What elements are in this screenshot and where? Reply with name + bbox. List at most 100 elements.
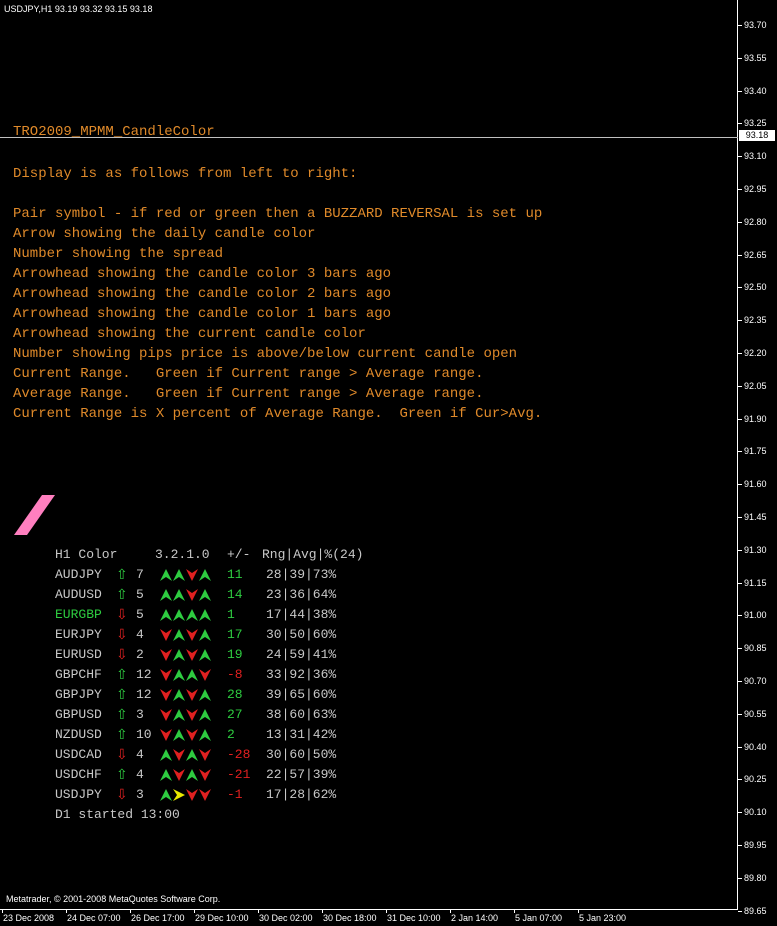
price-tick-label: 91.45: [744, 512, 767, 522]
arrowhead-down-icon: [186, 729, 198, 741]
range-values: 22|57|39%: [266, 767, 337, 782]
pips-value: -21: [227, 767, 251, 782]
price-tick-label: 92.20: [744, 348, 767, 358]
pair-symbol: AUDUSD: [55, 587, 102, 602]
description-line: Number showing pips price is above/below…: [13, 346, 518, 362]
time-tick-label: 30 Dec 02:00: [259, 913, 313, 923]
arrowhead-down-icon: [199, 789, 211, 801]
daily-up-arrow-icon: ⇧: [116, 707, 128, 723]
current-price-label: 93.18: [739, 130, 775, 141]
pair-symbol: EURUSD: [55, 647, 102, 662]
price-tick-label: 90.40: [744, 741, 767, 752]
price-tick-label: 91.75: [744, 446, 767, 457]
candle-arrowheads: [160, 645, 211, 665]
table-row: NZDUSD ⇧ 10 2 13|31|42%: [55, 725, 336, 745]
candle-arrowheads: [160, 605, 211, 625]
pips-value: -8: [227, 667, 243, 682]
arrowhead-up-icon: [160, 749, 172, 761]
price-tick-mark: [738, 681, 742, 682]
spread-value: 5: [136, 587, 144, 602]
arrowhead-up-icon: [173, 689, 185, 701]
arrowhead-up-icon: [199, 649, 211, 661]
price-tick-mark: [738, 845, 742, 846]
price-tick-mark: [738, 713, 742, 715]
spread-value: 7: [136, 567, 144, 582]
price-tick-label: 93.10: [744, 151, 767, 162]
pair-symbol: GBPUSD: [55, 707, 102, 722]
price-tick-mark: [738, 123, 742, 125]
description-line: Current Range is X percent of Average Ra…: [13, 406, 543, 422]
arrowhead-up-icon: [173, 669, 185, 681]
table-row: GBPCHF ⇧ 12 -8 33|92|36%: [55, 665, 336, 685]
arrowhead-up-icon: [160, 589, 172, 601]
table-row: GBPUSD ⇧ 3 27 38|60|63%: [55, 705, 336, 725]
price-tick-label: 89.80: [744, 872, 767, 883]
price-tick-label: 93.40: [744, 85, 767, 96]
arrowhead-down-icon: [199, 749, 211, 761]
table-header: H1 Color 3.2.1.0 +/- Rng|Avg|%(24): [55, 545, 363, 565]
arrowhead-up-icon: [199, 589, 211, 601]
pips-value: 11: [227, 567, 243, 582]
spread-value: 2: [136, 647, 144, 662]
price-tick-label: 92.80: [744, 216, 767, 227]
price-tick-mark: [738, 25, 742, 26]
spread-value: 5: [136, 607, 144, 622]
range-values: 13|31|42%: [266, 727, 337, 742]
price-tick-label: 90.85: [744, 643, 767, 654]
price-tick-mark: [738, 877, 742, 879]
chart-area[interactable]: USDJPY,H1 93.19 93.32 93.15 93.18 TRO200…: [0, 0, 738, 910]
spread-value: 10: [136, 727, 152, 742]
header-ranges: Rng|Avg|%(24): [262, 547, 364, 562]
arrowhead-up-icon: [186, 669, 198, 681]
price-tick-mark: [738, 549, 742, 551]
arrowhead-down-icon: [199, 669, 211, 681]
arrowhead-down-icon: [186, 629, 198, 641]
description-line: Current Range. Green if Current range > …: [13, 366, 484, 382]
candle-arrowheads: [160, 705, 211, 725]
price-axis[interactable]: 93.18 93.70 93.55 93.40 93.25 93.10 92.95 92.8…: [738, 0, 777, 916]
currency-table: H1 Color 3.2.1.0 +/- Rng|Avg|%(24) AUDJPY ⇧ 7 1…: [55, 545, 363, 825]
header-timeframe: H1 Color: [55, 547, 118, 562]
arrowhead-down-icon: [199, 769, 211, 781]
range-values: 17|44|38%: [266, 607, 337, 622]
arrowhead-up-icon: [160, 609, 172, 621]
candle-arrowheads: [160, 725, 211, 745]
arrowhead-up-icon: [173, 709, 185, 721]
arrowhead-up-icon: [173, 729, 185, 741]
price-tick-mark: [738, 451, 742, 453]
price-tick-label: 92.05: [744, 380, 767, 391]
candle-arrowheads: [160, 765, 211, 785]
price-tick-mark: [738, 484, 742, 486]
arrowhead-up-icon: [160, 569, 172, 581]
table-row: USDCHF ⇧ 4 -21 22|57|39%: [55, 765, 336, 785]
candle-arrowheads: [160, 585, 211, 605]
arrowhead-up-icon: [173, 649, 185, 661]
price-tick-label: 93.25: [744, 118, 767, 129]
table-row: AUDJPY ⇧ 7 11 28|39|73%: [55, 565, 336, 585]
table-row: AUDUSD ⇧ 5 14 23|36|64%: [55, 585, 336, 605]
time-tick-label: 5 Jan 07:00: [515, 913, 563, 923]
price-tick-label: 92.50: [744, 282, 767, 293]
price-tick-mark: [738, 648, 742, 650]
price-tick-mark: [738, 582, 742, 584]
description-line: Arrowhead showing the candle color 3 bar…: [13, 266, 392, 282]
price-tick-mark: [738, 779, 742, 781]
table-row: USDCAD ⇩ 4 -28 30|60|50%: [55, 745, 336, 765]
pips-value: -1: [227, 787, 243, 802]
pair-symbol: EURGBP: [55, 607, 102, 622]
candle-arrowheads: [160, 685, 211, 705]
price-tick-mark: [738, 254, 742, 256]
range-values: 24|59|41%: [266, 647, 337, 662]
price-tick-mark: [738, 189, 742, 190]
pair-symbol: NZDUSD: [55, 727, 102, 742]
price-tick-label: 90.55: [744, 708, 767, 719]
range-values: 33|92|36%: [266, 667, 337, 682]
pair-symbol: EURJPY: [55, 627, 102, 642]
pips-value: 2: [227, 727, 235, 742]
symbol-header: USDJPY,H1 93.19 93.32 93.15 93.18: [4, 4, 153, 14]
daily-down-arrow-icon: ⇩: [116, 747, 128, 763]
description-line: Pair symbol - if red or green then a BUZ…: [13, 206, 543, 222]
time-axis[interactable]: 23 Dec 2008 24 Dec 07:00 26 Dec 17:00 29 De…: [0, 910, 777, 926]
arrowhead-down-icon: [160, 729, 172, 741]
arrowhead-down-icon: [186, 689, 198, 701]
